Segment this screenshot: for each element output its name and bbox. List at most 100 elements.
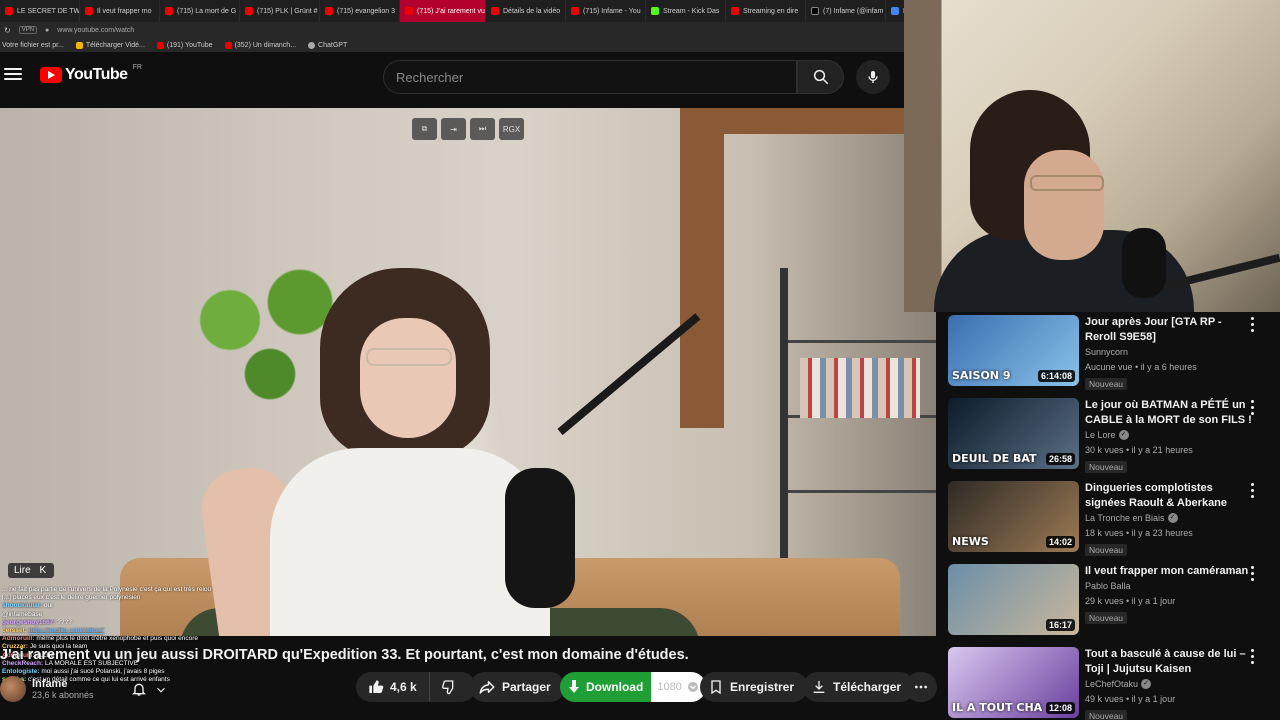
video-thumbnail[interactable]: NEWS 14:02 [948, 481, 1079, 552]
hint-label: Lire [14, 565, 31, 576]
video-player[interactable] [0, 108, 936, 636]
chat-overlay: ... ne fait pas partie de l'univers de l… [2, 586, 322, 684]
bookmark-item[interactable]: Votre fichier est pr... [2, 42, 64, 49]
recommended-video[interactable]: SAISON 9 6:14:08 Jour après Jour [GTA RP -… [948, 312, 1280, 390]
duration-badge: 14:02 [1045, 536, 1075, 548]
bookmark-item[interactable]: ChatGPT [308, 41, 348, 49]
browser-tab[interactable]: (715) evangelion 3 [320, 0, 400, 22]
video-thumbnail[interactable]: 16:17 [948, 564, 1079, 635]
browser-tab[interactable]: (715) La mort de G [160, 0, 240, 22]
reload-icon[interactable]: ↻ [4, 26, 11, 35]
save-button[interactable]: Enregistrer [700, 672, 809, 702]
browser-tab[interactable]: Stream - Kick Das [646, 0, 726, 22]
download-icon [813, 681, 825, 693]
bookmark-item[interactable]: (191) YouTube [156, 41, 213, 49]
chat-text: ???? [57, 618, 72, 626]
video-thumbnail[interactable]: IL A TOUT CHA 12:08 [948, 647, 1079, 718]
bookmark-item[interactable]: (352) Un dimanch... [224, 41, 296, 49]
download2-label: Télécharger [833, 680, 902, 694]
channel-name: Sunnycorn [1085, 347, 1129, 357]
browser-tab[interactable]: (7) Infame (@infam [806, 0, 886, 22]
chat-username: cersset: [2, 627, 27, 635]
share-button[interactable]: Partager [470, 672, 565, 702]
verified-check-icon: ✓ [1141, 679, 1152, 689]
video-thumbnail[interactable]: SAISON 9 6:14:08 [948, 315, 1079, 386]
chat-message: Admoruill: même plus le droit d'être xen… [2, 635, 322, 643]
recommended-channel[interactable]: Le Lore ✓ [1085, 430, 1129, 440]
recommended-video-title[interactable]: Tout a basculé à cause de lui – Toji | J… [1085, 647, 1255, 677]
recommended-video-title[interactable]: Il veut frapper mon caméraman [1085, 564, 1255, 579]
voice-search-button[interactable] [856, 60, 890, 94]
like-count: 4,6 k [390, 680, 417, 694]
pip-icon[interactable]: ⧉ [412, 118, 437, 140]
bookmark-item[interactable]: Télécharger Vidé... [75, 41, 145, 49]
tab-label: (715) J'ai rarement vu [417, 7, 485, 15]
youtube-download-button[interactable]: Télécharger [803, 672, 916, 702]
recommended-video-title[interactable]: Dingueries complotistes signées Raoult &… [1085, 481, 1255, 511]
chat-link[interactable]: https://imgflip.com/i/a6oa7 [29, 627, 105, 634]
like-button[interactable]: 4,6 k [356, 672, 429, 702]
recommended-video[interactable]: 16:17 Il veut frapper mon caméraman Pablo … [948, 561, 1280, 639]
video-title: J'ai rarement vu un jeu aussi DROITARD q… [0, 647, 689, 663]
more-vertical-icon[interactable] [1246, 398, 1258, 416]
video-meta: 29 k vues • il y a 1 jour [1085, 596, 1176, 606]
resolution-select[interactable]: 1080 [651, 672, 706, 702]
more-vertical-icon[interactable] [1246, 647, 1258, 665]
youtube-header: YouTube FR Rechercher [0, 52, 904, 102]
browser-tab[interactable]: (715) J'ai rarement vu [400, 0, 486, 22]
more-vertical-icon[interactable] [1246, 564, 1258, 582]
chevron-down-icon[interactable] [154, 683, 168, 702]
channel-avatar[interactable] [0, 676, 26, 702]
recommended-channel[interactable]: LeChefOtaku ✓ [1085, 679, 1152, 689]
skip-icon[interactable]: ⏭ [470, 118, 495, 140]
video-thumbnail[interactable]: DEUIL DE BAT 26:58 [948, 398, 1079, 469]
browser-tab[interactable]: Il veut frapper mo [80, 0, 160, 22]
lock-icon: ● [45, 26, 50, 34]
scene-shelf [780, 268, 936, 568]
notification-bell-icon[interactable] [130, 680, 148, 698]
recommendations-sidebar: SAISON 9 6:14:08 Jour après Jour [GTA RP -… [948, 312, 1280, 720]
more-vertical-icon[interactable] [1246, 481, 1258, 499]
tab-label: (715) Infame - You [583, 7, 641, 15]
browser-tab[interactable]: Pe [886, 0, 904, 22]
recommended-video[interactable]: NEWS 14:02 Dingueries complotistes signées… [948, 478, 1280, 556]
browser-tab[interactable]: Streaming en dire [726, 0, 806, 22]
recommended-video[interactable]: DEUIL DE BAT 26:58 Le jour où BATMAN a PÉT… [948, 395, 1280, 473]
recommended-video[interactable]: IL A TOUT CHA 12:08 Tout a basculé à cause… [948, 644, 1280, 720]
tab-label: (7) Infame (@infam [823, 7, 884, 15]
recommended-channel[interactable]: Sunnycorn [1085, 347, 1128, 357]
bookmark-label: ChatGPT [318, 41, 348, 49]
dislike-button[interactable] [428, 672, 470, 702]
search-button[interactable] [797, 60, 844, 94]
thumbnail-caption: NEWS [952, 535, 989, 548]
search-input[interactable]: Rechercher [383, 60, 797, 94]
rgx-button[interactable]: RGX [499, 118, 524, 140]
verified-check-icon: ✓ [1118, 430, 1129, 440]
address-bar[interactable]: ↻ VPN ● www.youtube.com/watch [0, 22, 904, 38]
chat-message: cersset: https://imgflip.com/i/a6oa7 [2, 627, 322, 635]
download-arrow-icon [569, 680, 579, 693]
download-button[interactable]: Download [560, 672, 652, 702]
browser-tab[interactable]: LE SECRET DE TW [0, 0, 80, 22]
more-actions-button[interactable] [905, 672, 937, 702]
channel-name[interactable]: Infame [32, 678, 94, 690]
video-meta: Aucune vue • il y a 6 heures [1085, 362, 1197, 372]
duration-badge: 12:08 [1045, 702, 1075, 714]
chat-message: georgeshoy1667: ???? [2, 619, 322, 627]
recommended-video-title[interactable]: Le jour où BATMAN a PÉTÉ un CABLE à la M… [1085, 398, 1255, 428]
browser-tab[interactable]: (715) PLK | Grünt # [240, 0, 320, 22]
tab-label: Détails de la vidéo [503, 7, 561, 15]
more-vertical-icon[interactable] [1246, 315, 1258, 333]
doc-favicon [891, 7, 899, 15]
exit-icon[interactable]: ⇥ [441, 118, 466, 140]
youtube-favicon [405, 7, 413, 15]
youtube-logo[interactable]: YouTube FR [40, 64, 142, 84]
recommended-video-title[interactable]: Jour après Jour [GTA RP - Reroll S9E58] [1085, 315, 1255, 345]
recommended-channel[interactable]: La Tronche en Biais ✓ [1085, 513, 1178, 523]
hamburger-menu-icon[interactable] [4, 66, 22, 82]
browser-tab[interactable]: Détails de la vidéo [486, 0, 566, 22]
recommended-channel[interactable]: Pablo Balla [1085, 581, 1131, 591]
vpn-badge[interactable]: VPN [18, 26, 38, 34]
browser-tab[interactable]: (715) Infame - You [566, 0, 646, 22]
url-text[interactable]: www.youtube.com/watch [57, 27, 134, 34]
